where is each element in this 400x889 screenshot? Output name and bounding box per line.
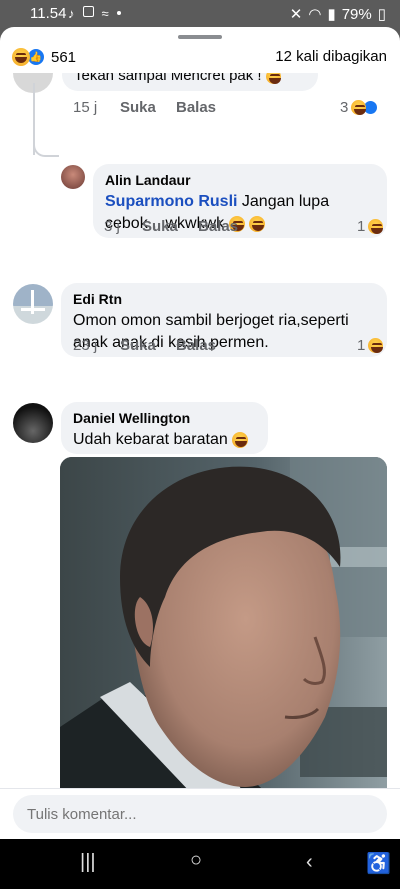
reply-button[interactable]: Balas — [198, 218, 238, 235]
status-time: 11.54 — [30, 5, 67, 22]
check-box-icon — [82, 6, 94, 17]
haha-reaction-icon — [368, 219, 384, 234]
like-button[interactable]: Suka — [120, 99, 176, 116]
navigation-bar: ||| ○ ‹ ♿ — [0, 839, 400, 889]
system-icons: ✕ ◠ ▮ 79% ▯ — [289, 5, 386, 24]
reaction-count: 1 — [357, 337, 366, 354]
tiktok-icon: ♪ — [68, 6, 75, 21]
battery-percent: 79% — [341, 5, 372, 23]
laugh-emoji-icon — [232, 431, 249, 448]
reaction-summary[interactable]: 👍 561 — [12, 48, 76, 66]
comment-text: Tekan sampai Mencret pak ! — [74, 73, 262, 84]
comment-time: 23 j — [73, 337, 98, 354]
comment-time: 15 j — [73, 99, 98, 116]
haha-reaction-icon — [368, 338, 384, 353]
comment-author[interactable]: Alin Landaur — [105, 172, 375, 188]
back-icon[interactable]: ‹ — [306, 851, 313, 874]
comments-sheet: 👍 561 12 kali dibagikan Tekan sampai Men… — [0, 27, 400, 839]
wifi-call-icon: ≈ — [101, 6, 109, 21]
drag-handle[interactable] — [178, 35, 222, 39]
mention-link[interactable]: Suparmono Rusli — [105, 193, 237, 210]
avatar[interactable] — [13, 403, 53, 443]
comment-meta: 23 j Suka Balas — [73, 337, 216, 354]
comment-time: 3 j — [104, 218, 120, 235]
comment-reactions[interactable]: 1 — [357, 218, 384, 235]
photo-image — [60, 457, 387, 788]
haha-reaction-icon — [351, 100, 367, 115]
reply-button[interactable]: Balas — [176, 337, 216, 354]
more-notifications-icon — [116, 11, 121, 15]
reaction-count: 1 — [357, 218, 366, 235]
comment-reactions[interactable]: 1 — [357, 337, 384, 354]
comment-bubble: Daniel Wellington Udah kebarat baratan — [61, 402, 268, 454]
comment-input[interactable] — [13, 795, 387, 833]
reaction-count: 3 — [340, 99, 349, 116]
reply-button[interactable]: Balas — [176, 99, 216, 116]
battery-icon: ▯ — [377, 6, 386, 23]
avatar[interactable] — [13, 284, 53, 324]
comment-author[interactable]: Edi Rtn — [73, 291, 375, 307]
like-button[interactable]: Suka — [120, 337, 176, 354]
comment-meta: 3 j Suka Balas — [104, 218, 238, 235]
comment-text-line: Omon omon sambil berjoget ria,seperti — [73, 312, 349, 329]
like-button[interactable]: Suka — [142, 218, 198, 235]
laugh-emoji-icon — [265, 73, 281, 84]
comment-text: Udah kebarat baratan — [73, 429, 256, 451]
comment-author[interactable]: Daniel Wellington — [73, 410, 256, 426]
rofl-emoji-icon — [249, 215, 266, 232]
reaction-count: 561 — [51, 48, 77, 66]
comment-bubble: Tekan sampai Mencret pak ! — [62, 73, 318, 91]
avatar[interactable] — [61, 165, 85, 189]
signal-icon: ▮ — [327, 6, 336, 23]
comment-reactions[interactable]: 3 — [340, 99, 379, 116]
comment-photo[interactable] — [60, 457, 387, 788]
comments-list[interactable]: Tekan sampai Mencret pak ! 15 j Suka Bal… — [0, 73, 400, 788]
comment-meta: 15 j Suka Balas — [73, 99, 216, 116]
sheet-header: 👍 561 12 kali dibagikan — [0, 43, 400, 73]
notification-icons: ♪ ≈ — [68, 6, 121, 21]
recent-apps-icon[interactable]: ||| — [80, 851, 96, 874]
thread-connector — [33, 127, 59, 157]
comment-composer — [0, 788, 400, 839]
home-icon[interactable]: ○ — [190, 849, 202, 872]
status-bar: 11.54 ♪ ≈ ✕ ◠ ▮ 79% ▯ — [0, 0, 400, 28]
comment-body: Udah kebarat baratan — [73, 431, 228, 448]
haha-reaction-icon — [12, 48, 30, 66]
mute-icon: ✕ — [289, 6, 303, 23]
share-count[interactable]: 12 kali dibagikan — [275, 48, 387, 65]
wifi-icon: ◠ — [308, 6, 322, 23]
accessibility-icon[interactable]: ♿ — [366, 851, 391, 876]
